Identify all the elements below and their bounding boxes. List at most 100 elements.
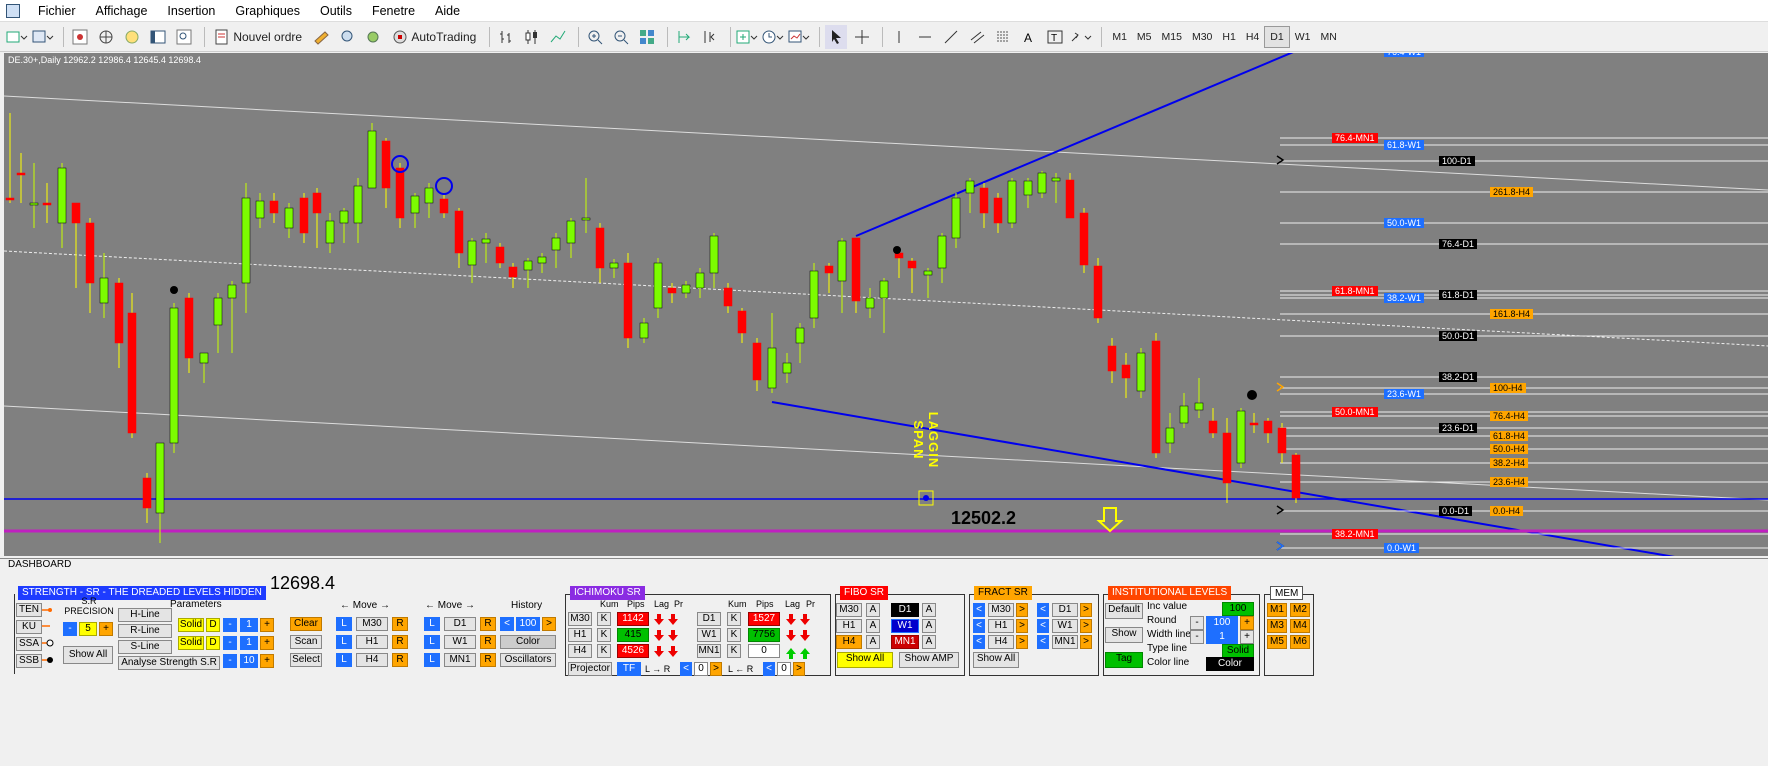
periods-icon[interactable]	[762, 25, 784, 49]
fract-d1[interactable]: D1	[1052, 603, 1078, 617]
candlestick-icon[interactable]	[521, 25, 543, 49]
ichi-proj2-prev[interactable]: <	[763, 662, 775, 676]
fract-m30-next[interactable]: >	[1016, 603, 1028, 617]
text-icon[interactable]: A	[1018, 25, 1040, 49]
d1-l[interactable]: L	[424, 617, 440, 631]
precision-plus-button[interactable]: +	[99, 622, 113, 636]
mem-m4[interactable]: M4	[1290, 619, 1310, 633]
s-line-plus[interactable]: +	[260, 636, 274, 650]
color-line-button[interactable]: Color	[1206, 657, 1254, 671]
m30-l[interactable]: L	[336, 617, 352, 631]
tf-m30[interactable]: M30	[1187, 26, 1217, 48]
color-button[interactable]: Color	[500, 635, 556, 649]
signals-icon[interactable]	[336, 25, 358, 49]
fract-h4-prev[interactable]: <	[973, 635, 985, 649]
mem-m5[interactable]: M5	[1267, 635, 1287, 649]
analyse-minus[interactable]: -	[223, 654, 237, 668]
menu-aide[interactable]: Aide	[425, 0, 470, 22]
default-button[interactable]: Default	[1105, 603, 1143, 619]
new-chart-icon[interactable]	[6, 25, 28, 49]
ichi-proj-value[interactable]: 0	[694, 662, 708, 676]
fibo-h1-a[interactable]: A	[866, 619, 880, 633]
channel-icon[interactable]	[966, 25, 988, 49]
radio-icon[interactable]	[362, 25, 384, 49]
h1-field[interactable]: H1	[356, 635, 388, 649]
history-value[interactable]: 100	[516, 617, 540, 631]
ssb-button[interactable]: SSB	[16, 654, 42, 668]
ichi-proj2-next[interactable]: >	[793, 662, 805, 676]
menu-insertion[interactable]: Insertion	[157, 0, 225, 22]
fract-w1-next[interactable]: >	[1080, 619, 1092, 633]
ichi-m30-k[interactable]: K	[597, 612, 611, 626]
fibo-h4-a[interactable]: A	[866, 635, 880, 649]
w1-r[interactable]: R	[480, 635, 496, 649]
vertical-line-icon[interactable]	[888, 25, 910, 49]
ichi-proj-prev[interactable]: <	[680, 662, 692, 676]
line-chart-icon[interactable]	[547, 25, 569, 49]
tf-mn[interactable]: MN	[1315, 26, 1341, 48]
fract-h1[interactable]: H1	[988, 619, 1014, 633]
fract-show-all[interactable]: Show All	[973, 652, 1019, 668]
analyse-strength-button[interactable]: Analyse Strength S.R	[118, 656, 220, 670]
fract-mn1-next[interactable]: >	[1080, 635, 1092, 649]
mem-m1[interactable]: M1	[1267, 603, 1287, 617]
fract-mn1-prev[interactable]: <	[1037, 635, 1049, 649]
ichi-h1-k[interactable]: K	[597, 628, 611, 642]
history-next[interactable]: >	[542, 617, 556, 631]
fract-mn1[interactable]: MN1	[1052, 635, 1078, 649]
ichi-d1[interactable]: D1	[697, 612, 721, 626]
ssa-button[interactable]: SSA	[16, 637, 42, 651]
fibo-h4[interactable]: H4	[836, 635, 862, 649]
round-plus[interactable]: +	[1240, 616, 1254, 630]
fibo-m30[interactable]: M30	[836, 603, 862, 617]
fibo-d1[interactable]: D1	[891, 603, 919, 617]
fract-d1-prev[interactable]: <	[1037, 603, 1049, 617]
scan-button[interactable]: Scan	[290, 635, 322, 649]
market-watch-icon[interactable]	[69, 25, 91, 49]
r-line-style[interactable]: Solid	[178, 618, 204, 632]
tf-d1[interactable]: D1	[1264, 25, 1290, 48]
fibo-show-amp[interactable]: Show AMP	[899, 652, 959, 668]
inc-value[interactable]: 100	[1222, 602, 1254, 616]
fract-h1-next[interactable]: >	[1016, 619, 1028, 633]
ichi-m30[interactable]: M30	[568, 612, 592, 626]
mem-m2[interactable]: M2	[1290, 603, 1310, 617]
bar-chart-icon[interactable]	[495, 25, 517, 49]
mem-m6[interactable]: M6	[1290, 635, 1310, 649]
tile-windows-icon[interactable]	[636, 25, 658, 49]
auto-scroll-icon[interactable]	[673, 25, 695, 49]
oscillators-button[interactable]: Oscillators	[500, 653, 556, 667]
ichi-proj-next[interactable]: >	[710, 662, 722, 676]
fract-h4-next[interactable]: >	[1016, 635, 1028, 649]
precision-value[interactable]: 5	[79, 622, 97, 636]
templates-icon[interactable]	[788, 25, 810, 49]
new-order-button[interactable]: Nouvel ordre	[210, 25, 306, 49]
tf-h4[interactable]: H4	[1241, 26, 1264, 48]
s-line-button[interactable]: S-Line	[118, 640, 172, 654]
crosshair-icon[interactable]	[851, 25, 873, 49]
m30-field[interactable]: M30	[356, 617, 388, 631]
fract-w1[interactable]: W1	[1052, 619, 1078, 633]
ichi-mn1[interactable]: MN1	[697, 644, 721, 658]
fract-m30[interactable]: M30	[988, 603, 1014, 617]
ichi-proj2-value[interactable]: 0	[777, 662, 791, 676]
ichi-mn1-k[interactable]: K	[727, 644, 741, 658]
tf-button[interactable]: TF	[617, 662, 641, 676]
fibo-w1-a[interactable]: A	[922, 619, 936, 633]
trendline-icon[interactable]	[940, 25, 962, 49]
fract-d1-next[interactable]: >	[1080, 603, 1092, 617]
h1-l[interactable]: L	[336, 635, 352, 649]
width-plus[interactable]: +	[1240, 630, 1254, 644]
menu-outils[interactable]: Outils	[310, 0, 362, 22]
round-minus[interactable]: -	[1190, 616, 1204, 630]
fract-m30-prev[interactable]: <	[973, 603, 985, 617]
w1-field[interactable]: W1	[444, 635, 476, 649]
select-button[interactable]: Select	[290, 653, 322, 667]
mn1-l[interactable]: L	[424, 653, 440, 667]
zoom-in-icon[interactable]	[584, 25, 606, 49]
r-line-button[interactable]: R-Line	[118, 624, 172, 638]
ichi-d1-k[interactable]: K	[727, 612, 741, 626]
data-window-icon[interactable]	[95, 25, 117, 49]
show-button[interactable]: Show	[1105, 627, 1143, 643]
tf-w1[interactable]: W1	[1290, 26, 1316, 48]
